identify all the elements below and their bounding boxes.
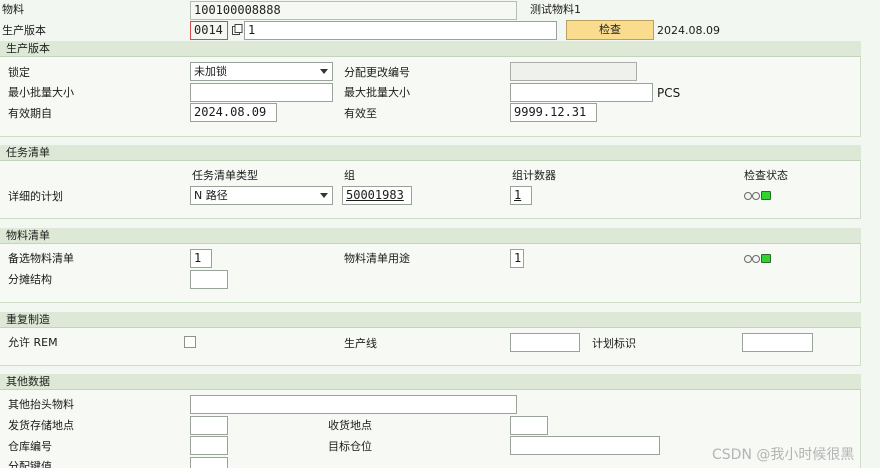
material-description: 测试物料1 [530,3,581,16]
production-line-field[interactable] [510,333,580,352]
task-list-section-title: 任务清单 [0,145,861,161]
status-light-off-icon [752,192,760,200]
group-counter-value: 1 [514,188,522,202]
min-lot-size-label: 最小批量大小 [8,86,74,99]
max-lot-size-field[interactable] [510,83,653,102]
valid-from-field[interactable]: 2024.08.09 [190,103,277,122]
group-field[interactable]: 50001983 [342,186,412,205]
task-list-status-light-icon [744,190,774,202]
chevron-down-icon [320,193,328,198]
alt-bom-label: 备选物料清单 [8,252,74,265]
lock-label: 锁定 [8,66,30,79]
version-description-field[interactable]: 1 [244,21,557,40]
other-header-material-field[interactable] [190,395,517,414]
bom-usage-label: 物料清单用途 [344,252,410,265]
destination-bin-label: 目标仓位 [328,440,372,453]
status-light-green-icon [761,191,771,200]
production-version-label: 生产版本 [2,24,46,37]
valid-to-field[interactable]: 9999.12.31 [510,103,597,122]
status-light-green-icon [761,254,771,263]
chevron-down-icon [320,69,328,74]
detailed-plan-label: 详细的计划 [8,190,63,203]
task-list-type-value: N 路径 [194,189,228,202]
distribution-key-label: 分配键值 [8,460,52,468]
allow-rem-label: 允许 REM [8,336,58,349]
allow-rem-checkbox[interactable] [184,336,196,348]
production-line-label: 生产线 [344,337,377,350]
bom-status-light-icon [744,253,774,265]
lock-dropdown[interactable]: 未加锁 [190,62,333,81]
check-status-header: 检查状态 [744,169,788,182]
check-date: 2024.08.09 [657,24,720,37]
min-lot-size-field[interactable] [190,83,333,102]
issue-storage-location-label: 发货存储地点 [8,419,74,432]
status-light-off-icon [744,255,752,263]
valid-to-label: 有效至 [344,107,377,120]
valid-from-label: 有效期自 [8,107,52,120]
warehouse-number-label: 仓库编号 [8,440,52,453]
planning-id-label: 计划标识 [592,337,636,350]
lock-dropdown-value: 未加锁 [194,65,227,78]
destination-bin-field[interactable] [510,436,660,455]
other-header-material-label: 其他抬头物料 [8,398,74,411]
issue-storage-location-field[interactable] [190,416,228,435]
check-button[interactable]: 检查 [566,20,654,40]
bom-usage-field[interactable]: 1 [510,249,524,268]
status-light-off-icon [744,192,752,200]
group-counter-header: 组计数器 [512,169,556,182]
planning-id-field[interactable] [742,333,813,352]
status-light-off-icon [752,255,760,263]
alt-bom-field[interactable]: 1 [190,249,212,268]
change-number-label: 分配更改编号 [344,66,410,79]
production-version-field[interactable]: 0014 [190,21,228,40]
apportion-structure-label: 分摊结构 [8,273,52,286]
distribution-key-field[interactable] [190,457,228,468]
receiving-location-label: 收货地点 [328,419,372,432]
other-data-section-title: 其他数据 [0,374,861,390]
production-version-section-title: 生产版本 [0,41,861,57]
task-list-type-header: 任务清单类型 [192,169,258,182]
task-list-type-dropdown[interactable]: N 路径 [190,186,333,205]
apportion-structure-field[interactable] [190,270,228,289]
change-number-field[interactable] [510,62,637,81]
receiving-location-field[interactable] [510,416,548,435]
watermark: CSDN @我小时候很黑 [712,447,855,463]
warehouse-number-field[interactable] [190,436,228,455]
group-value: 50001983 [346,188,404,202]
max-lot-size-label: 最大批量大小 [344,86,410,99]
bom-section-title: 物料清单 [0,228,861,244]
rem-section-title: 重复制造 [0,312,861,328]
unit-label: PCS [657,86,681,100]
material-label: 物料 [2,3,24,16]
group-counter-field[interactable]: 1 [510,186,532,205]
copy-icon[interactable] [232,24,243,36]
group-header: 组 [344,169,355,182]
material-field[interactable]: 100100008888 [190,1,517,20]
